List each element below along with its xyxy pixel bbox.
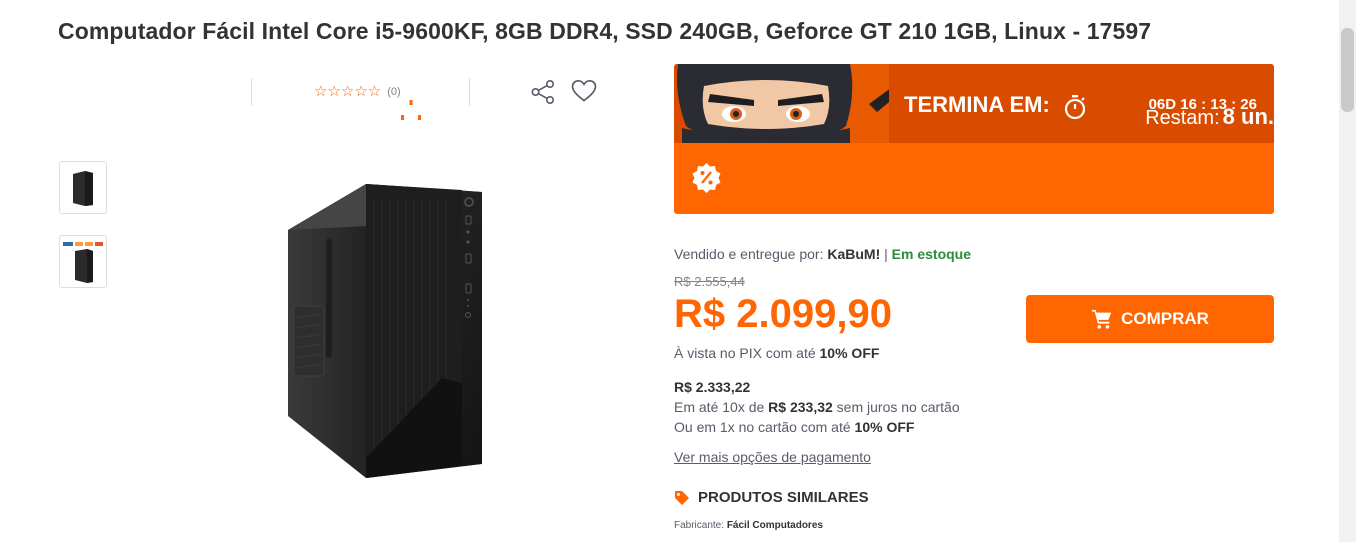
product-title: Computador Fácil Intel Core i5-9600KF, 8… — [58, 18, 1152, 44]
discount-value: 8% — [149, 104, 178, 126]
scrollbar-thumb[interactable] — [1341, 28, 1354, 112]
installment-info: Em até 10x de R$ 233,32 sem juros no car… — [674, 399, 960, 415]
onetime-off: 10% OFF — [854, 419, 915, 435]
product-image — [288, 184, 482, 478]
stock-status: Em estoque — [891, 246, 972, 262]
divider — [469, 78, 470, 106]
thumbnail-1[interactable] — [59, 161, 107, 214]
product-thumbnail-image — [63, 241, 103, 283]
discount-badge-icon — [692, 163, 721, 193]
pix-off: 10% OFF — [819, 345, 880, 361]
installment-prefix: Em até 10x de — [674, 399, 765, 415]
stock-info: Restam: 8 un. — [1145, 104, 1274, 130]
sale-ends-label: TERMINA EM: — [904, 92, 1050, 117]
installment-value: R$ 233,32 — [768, 399, 833, 415]
seller-separator: | — [884, 246, 888, 262]
stock-value: 8 un. — [1222, 104, 1274, 129]
old-price: R$ 2.555,44 — [674, 274, 745, 289]
promo-details — [674, 143, 1274, 214]
boxes-icon — [395, 100, 427, 130]
seller-name: KaBuM! — [827, 246, 881, 262]
flash-sale-box: TERMINA EM: 06D 16 : 13 : 26 — [674, 64, 1274, 214]
more-payment-options-link[interactable]: Ver mais opções de pagamento — [674, 449, 871, 465]
seller-info: Vendido e entregue por: KaBuM! | Em esto… — [674, 246, 971, 262]
installment-suffix: sem juros no cartão — [836, 399, 960, 415]
divider — [251, 78, 252, 106]
rating-stars[interactable]: ☆☆☆☆☆ (0) — [314, 84, 401, 100]
share-icon[interactable] — [530, 79, 556, 105]
star-icon: ☆☆☆☆☆ — [314, 83, 382, 100]
tag-icon — [675, 490, 689, 505]
manufacturer-label: Fabricante: — [674, 520, 725, 531]
stopwatch-icon — [1064, 95, 1086, 120]
manufacturer-name[interactable]: Fácil Computadores — [727, 520, 823, 531]
heart-icon[interactable] — [571, 79, 597, 103]
ninja-mascot-image — [674, 64, 889, 143]
manufacturer-info: Fabricante: Fácil Computadores — [674, 520, 823, 531]
similar-products-link[interactable]: PRODUTOS SIMILARES — [674, 489, 869, 506]
onetime-prefix: Ou em 1x no cartão com até — [674, 419, 851, 435]
discount-info: Desconto: 8% — [56, 104, 178, 127]
seller-prefix: Vendido e entregue por: — [674, 246, 824, 262]
stock-label: Restam: — [1145, 107, 1220, 129]
discount-label: Desconto: — [56, 104, 147, 126]
pix-price: R$ 2.099,90 — [674, 292, 892, 336]
pix-discount-info: À vista no PIX com até 10% OFF — [674, 345, 879, 361]
similar-products-label: PRODUTOS SIMILARES — [698, 489, 869, 506]
thumbnail-2[interactable] — [59, 235, 107, 288]
divider — [297, 99, 298, 133]
buy-button-label: COMPRAR — [1121, 309, 1209, 328]
rating-count: (0) — [387, 86, 401, 98]
cart-icon — [1091, 309, 1112, 329]
product-thumbnail-image — [73, 170, 93, 206]
pix-prefix: À vista no PIX com até — [674, 345, 816, 361]
onetime-card-info: Ou em 1x no cartão com até 10% OFF — [674, 419, 914, 435]
buy-button[interactable]: COMPRAR — [1026, 295, 1274, 343]
card-price: R$ 2.333,22 — [674, 379, 751, 395]
